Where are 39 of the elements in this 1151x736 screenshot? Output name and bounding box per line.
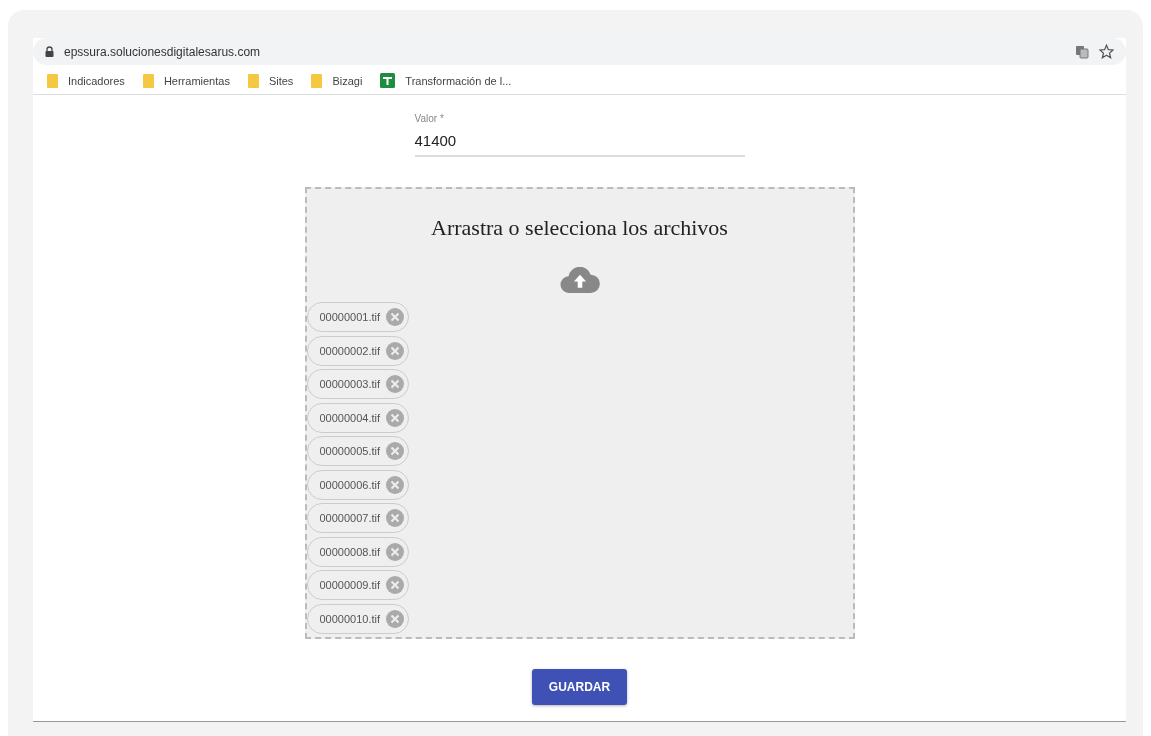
bookmark-item[interactable]: Bizagi — [311, 73, 363, 88]
url-text: epssura.solucionesdigitalesarus.com — [64, 44, 261, 59]
translate-icon[interactable] — [1075, 44, 1089, 59]
bookmark-item[interactable]: Herramientas — [142, 73, 230, 88]
remove-icon[interactable] — [386, 475, 405, 494]
address-bar[interactable]: epssura.solucionesdigitalesarus.com — [33, 38, 1126, 65]
save-button[interactable]: GUARDAR — [531, 669, 628, 705]
folder-icon — [247, 73, 259, 88]
file-chip: 00000005.tif — [306, 436, 410, 466]
file-chip: 00000001.tif — [306, 302, 410, 332]
file-chip: 00000003.tif — [306, 369, 410, 399]
star-icon[interactable] — [1099, 44, 1114, 59]
file-chip: 00000008.tif — [306, 536, 410, 567]
file-chip: 00000006.tif — [306, 469, 410, 500]
folder-icon — [142, 73, 154, 88]
folder-icon — [47, 73, 58, 88]
remove-icon[interactable] — [386, 308, 405, 326]
file-chip: 00000002.tif — [306, 335, 410, 366]
drop-zone-title: Arrastra o selecciona los archivos — [431, 215, 728, 241]
bookmark-item[interactable]: Sites — [247, 73, 294, 88]
remove-icon[interactable] — [386, 442, 405, 460]
file-drop-zone[interactable]: Arrastra o selecciona los archivos 00000001.tif 00000002.tif 00000003.tif 00000004.tif 00000005.tif 00000006.tif 00000007.tif 00000008.tif 00000009.tif 00000010.tif — [304, 187, 855, 639]
remove-icon[interactable] — [386, 609, 405, 628]
remove-icon[interactable] — [386, 542, 405, 561]
remove-icon[interactable] — [386, 408, 405, 427]
remove-icon[interactable] — [386, 341, 405, 360]
bookmark-item[interactable]: Indicadores — [47, 73, 125, 88]
remove-icon[interactable] — [386, 375, 405, 393]
value-input-field[interactable]: Valor * 41400 — [414, 113, 745, 157]
remove-icon[interactable] — [386, 576, 405, 594]
bookmark-item[interactable]: Transformación de l... — [380, 73, 512, 88]
lock-icon — [45, 46, 54, 57]
file-chip: 00000004.tif — [306, 402, 410, 433]
folder-icon — [311, 73, 323, 88]
remove-icon[interactable] — [386, 509, 405, 527]
file-chip: 00000009.tif — [306, 570, 410, 600]
spreadsheet-icon — [380, 73, 396, 88]
file-chip: 00000010.tif — [306, 603, 410, 634]
file-chip: 00000007.tif — [306, 503, 410, 533]
